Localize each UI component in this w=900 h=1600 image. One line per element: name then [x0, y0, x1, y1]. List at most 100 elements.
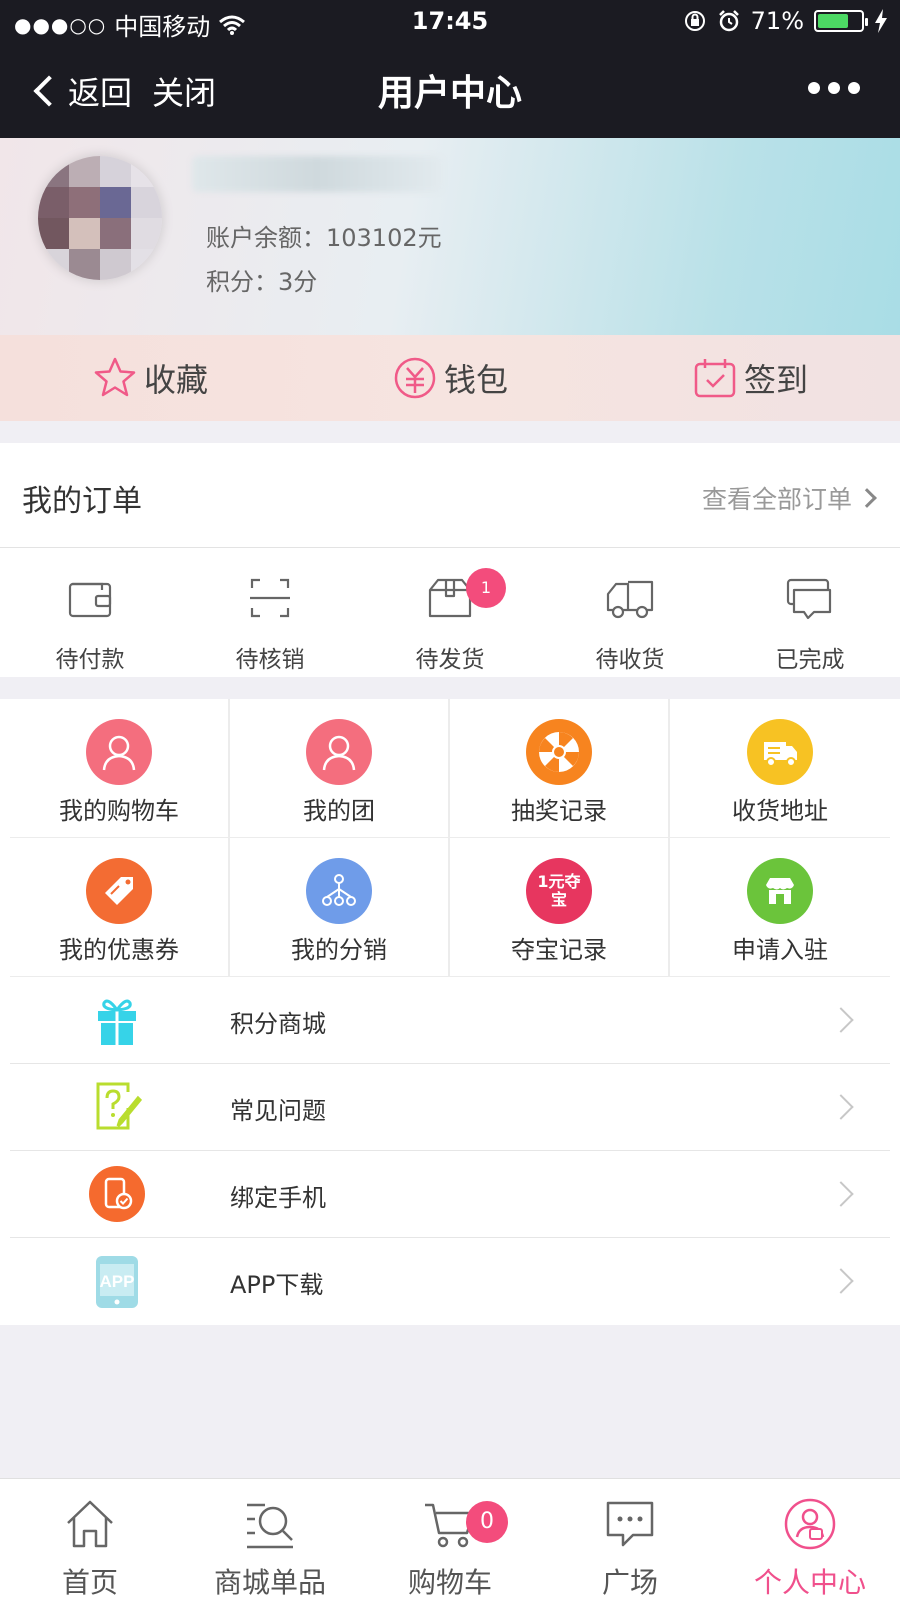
order-state-label: 待发货 — [415, 647, 485, 673]
truck-glyph — [764, 742, 797, 767]
quick-actions: 收藏 钱包 签到 — [0, 335, 900, 421]
order-state-label: 已完成 — [775, 647, 845, 673]
tab-plaza[interactable]: 广场 — [540, 1479, 720, 1600]
grid-item-label: 申请入驻 — [732, 936, 828, 964]
grid-item-coupon[interactable]: 我的优惠券 — [10, 838, 230, 977]
list-item-label: 积分商城 — [230, 1010, 326, 1038]
scan-icon — [250, 578, 290, 618]
chevron-right-icon — [828, 1094, 854, 1120]
more-dot-icon — [848, 82, 860, 94]
grid-item-label: 我的分销 — [291, 936, 387, 964]
star-icon — [94, 357, 136, 397]
cart-badge: 0 — [466, 1501, 508, 1543]
charging-icon — [875, 9, 887, 33]
tag-glyph — [105, 877, 133, 905]
delivery-truck-icon — [747, 719, 813, 785]
more-menu-button[interactable] — [808, 82, 860, 94]
order-state-pending-verify[interactable]: 待核销 — [180, 548, 360, 676]
chat-bubbles-icon — [786, 578, 832, 620]
grid-item-label: 收货地址 — [732, 797, 828, 825]
sale-tag-icon — [86, 858, 152, 924]
status-right: 71% — [683, 7, 888, 35]
wallet-icon — [68, 582, 112, 618]
favorites-button[interactable]: 收藏 — [0, 335, 300, 421]
user-glyph — [322, 735, 356, 771]
home-icon — [67, 1500, 113, 1548]
orders-card: 我的订单 查看全部订单 待付款 待核销 1 待发货 待收货 已完成 — [0, 443, 900, 677]
truck-icon — [606, 580, 654, 619]
more-dot-icon — [828, 82, 840, 94]
grid-item-label: 我的团 — [303, 797, 375, 825]
nickname-obscured — [192, 156, 442, 192]
grid-item-treasure[interactable]: 1元夺宝 夺宝记录 — [450, 838, 670, 977]
grid-item-label: 抽奖记录 — [511, 797, 607, 825]
grid-item-label: 我的优惠券 — [59, 936, 179, 964]
view-all-label: 查看全部订单 — [701, 485, 852, 514]
grid-item-apply-store[interactable]: 申请入驻 — [670, 838, 890, 977]
battery-percent: 71% — [750, 7, 804, 35]
order-state-label: 待核销 — [235, 647, 305, 673]
store-glyph — [766, 878, 794, 904]
network-glyph — [322, 874, 356, 906]
tab-bar: 首页 商城单品 0 购物车 广场 个人中心 — [0, 1478, 900, 1600]
favorites-label: 收藏 — [143, 361, 208, 399]
order-badge: 1 — [466, 568, 506, 608]
question-note-icon — [96, 1082, 143, 1130]
checkin-button[interactable]: 签到 — [600, 335, 900, 421]
checkin-label: 签到 — [743, 361, 808, 399]
list-item-label: APP下载 — [230, 1271, 324, 1299]
grid-item-address[interactable]: 收货地址 — [670, 699, 890, 838]
list-item-bind-phone[interactable]: 绑定手机 — [10, 1151, 890, 1238]
lottery-wheel-icon — [526, 719, 592, 785]
tab-home[interactable]: 首页 — [0, 1479, 180, 1600]
order-state-label: 待收货 — [595, 647, 665, 673]
alarm-icon — [718, 10, 739, 32]
points-balance: 积分：3分 — [206, 268, 318, 296]
menu-list: 积分商城 常见问题 绑定手机 APP APP下载 — [0, 977, 900, 1325]
user-icon — [306, 719, 372, 785]
grid-item-distribution[interactable]: 我的分销 — [230, 838, 450, 977]
profile-header: 账户余额：103102元 积分：3分 — [0, 138, 900, 335]
order-state-label: 待付款 — [55, 647, 125, 673]
account-balance: 账户余额：103102元 — [206, 224, 442, 252]
list-item-label: 绑定手机 — [230, 1184, 326, 1212]
gift-icon — [98, 999, 136, 1045]
list-item-faq[interactable]: 常见问题 — [10, 1064, 890, 1151]
tab-mall-products[interactable]: 商城单品 — [180, 1479, 360, 1600]
order-state-pending-payment[interactable]: 待付款 — [0, 548, 180, 676]
avatar[interactable] — [38, 156, 162, 280]
feature-grid-card: 我的购物车 我的团 抽奖记录 收货地址 我的优惠券 我的分销 1元夺宝 夺宝记录… — [0, 699, 900, 977]
profile-icon — [784, 1498, 836, 1550]
order-state-pending-receive[interactable]: 待收货 — [540, 548, 720, 676]
list-item-points-mall[interactable]: 积分商城 — [10, 977, 890, 1064]
order-state-completed[interactable]: 已完成 — [720, 548, 900, 676]
chevron-right-icon — [857, 488, 877, 508]
chevron-right-icon — [828, 1181, 854, 1207]
tab-label: 首页 — [61, 1566, 118, 1599]
app-download-icon: APP — [96, 1256, 138, 1308]
app-icon-text: APP — [100, 1272, 135, 1291]
user-icon — [86, 719, 152, 785]
list-item-label: 常见问题 — [230, 1097, 326, 1125]
orders-header[interactable]: 我的订单 查看全部订单 — [0, 443, 900, 548]
list-item-app-download[interactable]: APP APP下载 — [10, 1238, 890, 1325]
tab-profile[interactable]: 个人中心 — [720, 1479, 900, 1600]
grid-item-group[interactable]: 我的团 — [230, 699, 450, 838]
chat-icon — [606, 1501, 654, 1547]
tab-label: 个人中心 — [753, 1566, 866, 1599]
yen-wallet-icon — [394, 357, 436, 399]
orders-title: 我的订单 — [22, 484, 142, 519]
chevron-right-icon — [828, 1268, 854, 1294]
wallet-button[interactable]: 钱包 — [300, 335, 600, 421]
tab-cart[interactable]: 0 购物车 — [360, 1479, 540, 1600]
view-all-orders-link[interactable]: 查看全部订单 — [701, 480, 877, 516]
battery-fill — [818, 14, 848, 28]
order-states: 待付款 待核销 1 待发货 待收货 已完成 — [0, 548, 900, 676]
more-dot-icon — [808, 82, 820, 94]
calendar-check-icon — [694, 359, 736, 398]
store-icon — [747, 858, 813, 924]
grid-item-lottery[interactable]: 抽奖记录 — [450, 699, 670, 838]
tab-label: 广场 — [601, 1566, 658, 1599]
grid-item-cart[interactable]: 我的购物车 — [10, 699, 230, 838]
order-state-pending-ship[interactable]: 1 待发货 — [360, 548, 540, 676]
